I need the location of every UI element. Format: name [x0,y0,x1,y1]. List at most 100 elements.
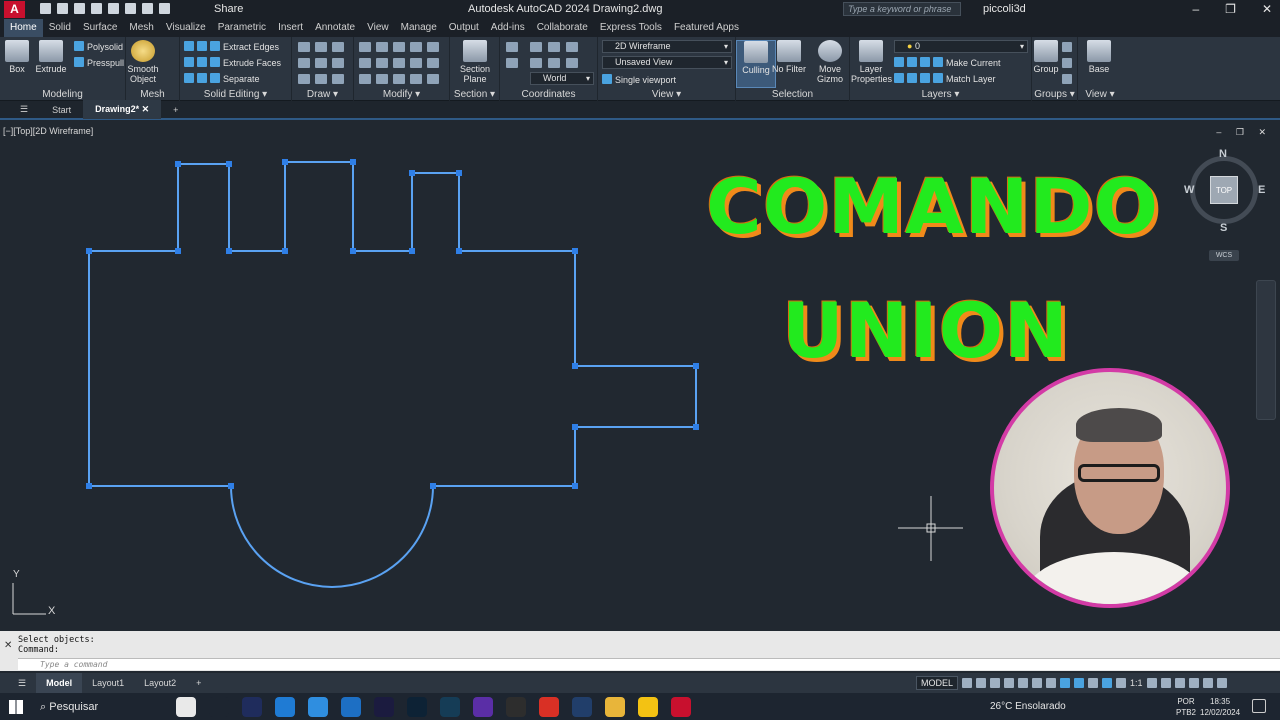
windows-start-icon[interactable] [9,700,23,714]
wcs-menu[interactable]: WCS [1209,250,1239,261]
panel-title[interactable]: View ▾ [1078,89,1122,101]
scale-icon[interactable] [410,58,422,68]
explode-icon[interactable] [376,74,388,84]
autocad-icon[interactable] [671,697,691,717]
polysolid-button[interactable]: Polysolid [74,41,123,52]
snap-icon[interactable] [976,678,987,688]
ucs-x-icon[interactable] [530,58,542,68]
match-layer-button[interactable]: Match Layer [894,73,996,84]
ortho-icon[interactable] [990,678,1001,688]
gizmo-toggle-icon[interactable] [1088,678,1099,688]
saved-view-combo[interactable]: Unsaved View [602,56,732,69]
undo-icon[interactable] [142,3,153,14]
move-gizmo-button[interactable]: Move Gizmo [810,40,850,84]
ribbon-tab-insert[interactable]: Insert [272,19,309,37]
notifications-icon[interactable] [1252,699,1266,713]
web-icon[interactable] [108,3,119,14]
rectangle-icon[interactable] [315,74,327,84]
ribbon-tab-solid[interactable]: Solid [43,19,77,37]
erase-icon[interactable] [359,74,371,84]
tab-layout1[interactable]: Layout1 [82,678,134,688]
offset-icon[interactable] [393,58,405,68]
close-command-icon[interactable]: ✕ [4,640,12,651]
ribbon-tab-collaborate[interactable]: Collaborate [531,19,594,37]
ribbon-tab-view[interactable]: View [361,19,395,37]
ribbon-tab-manage[interactable]: Manage [395,19,443,37]
media-encoder-icon[interactable] [242,697,262,717]
trim-icon[interactable] [410,42,422,52]
edge-icon[interactable] [275,697,295,717]
print-icon[interactable] [125,3,136,14]
layout-menu-icon[interactable]: ☰ [8,678,36,689]
tab-model[interactable]: Model [36,673,83,693]
model-space-button[interactable]: MODEL [916,676,959,690]
ribbon-tab-parametric[interactable]: Parametric [212,19,272,37]
ucs-view-icon[interactable] [566,58,578,68]
task-view-icon[interactable] [209,697,229,717]
autocad-logo-icon[interactable]: A [4,1,25,18]
save-icon[interactable] [74,3,85,14]
compass-east[interactable]: E [1258,184,1265,196]
customize-icon[interactable] [1216,678,1227,688]
ribbon-tab-featured-apps[interactable]: Featured Apps [668,19,745,37]
menu-icon[interactable]: ☰ [8,104,40,115]
compass-north[interactable]: N [1219,148,1227,160]
viewport-config-button[interactable]: Single viewport [602,74,676,85]
tab-start[interactable]: Start [40,105,83,115]
isolate-icon[interactable] [1174,678,1185,688]
user-account[interactable]: piccoli3d [983,3,1026,15]
join-icon[interactable] [393,74,405,84]
extrude-button[interactable]: Extrude [31,40,71,74]
annotation-visibility-icon[interactable] [1102,678,1113,688]
clock[interactable]: 18:35 12/02/2024 [1200,696,1240,718]
ucs-world-icon[interactable] [530,42,542,52]
command-input[interactable]: Type a command [18,658,1280,670]
save-as-icon[interactable] [91,3,102,14]
copilot-icon[interactable] [176,697,196,717]
polyline-icon[interactable] [315,42,327,52]
ellipse-icon[interactable] [332,74,344,84]
tab-layout2[interactable]: Layout2 [134,678,186,688]
ucs-combo[interactable]: World [530,72,594,85]
ribbon-tab-mesh[interactable]: Mesh [123,19,159,37]
annotation-scale[interactable]: 1:1 [1130,678,1143,688]
break-icon[interactable] [410,74,422,84]
ribbon-tab-visualize[interactable]: Visualize [160,19,212,37]
viewport-controls[interactable]: – ❐ ✕ [1216,127,1272,138]
after-effects-icon[interactable] [374,697,394,717]
no-filter-button[interactable]: No Filter [769,40,809,74]
ribbon-tab-add-ins[interactable]: Add-ins [485,19,531,37]
settings-gear-icon[interactable] [1146,678,1157,688]
add-layout-button[interactable]: + [186,678,211,688]
folder-icon[interactable] [605,697,625,717]
array-icon[interactable] [376,58,388,68]
separate-button[interactable]: Separate [184,73,260,84]
selection-cycling-icon[interactable] [1074,678,1085,688]
auto-scale-icon[interactable] [1116,678,1127,688]
circle-icon[interactable] [332,58,344,68]
panel-title[interactable]: Solid Editing ▾ [180,89,291,101]
ucs-origin-icon[interactable] [548,42,560,52]
align-icon[interactable] [427,74,439,84]
polar-icon[interactable] [1004,678,1015,688]
maximize-button[interactable]: ❐ [1225,2,1236,16]
extract-edges-button[interactable]: Extract Edges [184,41,279,52]
plus-icon[interactable] [1160,678,1171,688]
new-tab-button[interactable]: + [161,105,190,115]
minimize-button[interactable]: – [1192,2,1199,16]
fullscreen-icon[interactable] [1202,678,1213,688]
layer-combo[interactable]: ● 0 [894,40,1028,53]
panel-title[interactable]: Layers ▾ [850,89,1031,101]
new-icon[interactable] [40,3,51,14]
viewcube-top-face[interactable]: TOP [1210,176,1238,204]
visual-style-combo[interactable]: 2D Wireframe [602,40,732,53]
ribbon-tab-express-tools[interactable]: Express Tools [594,19,668,37]
base-button[interactable]: Base [1079,40,1119,74]
move-icon[interactable] [376,42,388,52]
cinema4d-icon[interactable] [572,697,592,717]
hardware-icon[interactable] [1188,678,1199,688]
polygon-icon[interactable] [298,74,310,84]
extrude-faces-button[interactable]: Extrude Faces [184,57,281,68]
panel-title[interactable]: View ▾ [598,89,735,101]
ribbon-tab-home[interactable]: Home [4,19,43,37]
